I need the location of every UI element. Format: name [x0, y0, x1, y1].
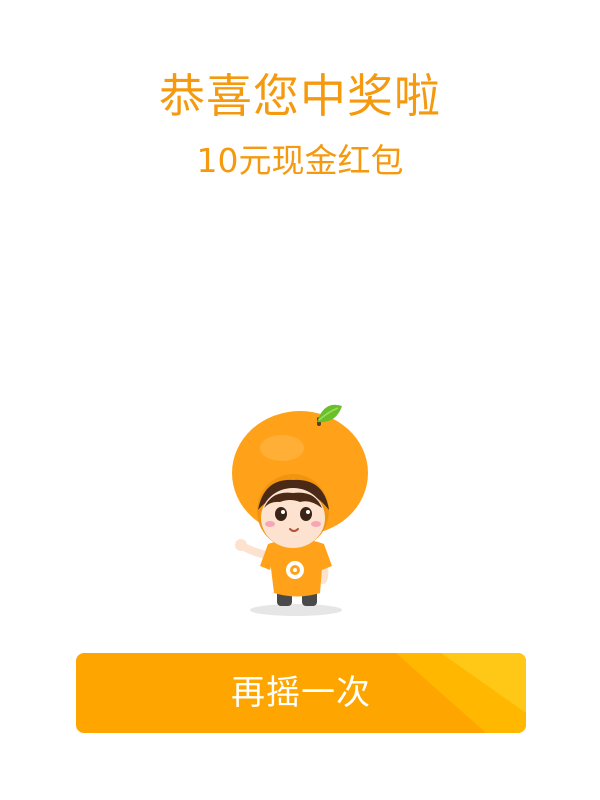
orange-mascot-icon	[232, 404, 368, 616]
prize-title: 恭喜您中奖啦	[159, 69, 441, 123]
prize-amount: 10元现金红包	[196, 141, 404, 180]
shake-again-label: 再摇一次	[231, 673, 371, 713]
shake-again-button[interactable]: 再摇一次	[76, 653, 526, 733]
